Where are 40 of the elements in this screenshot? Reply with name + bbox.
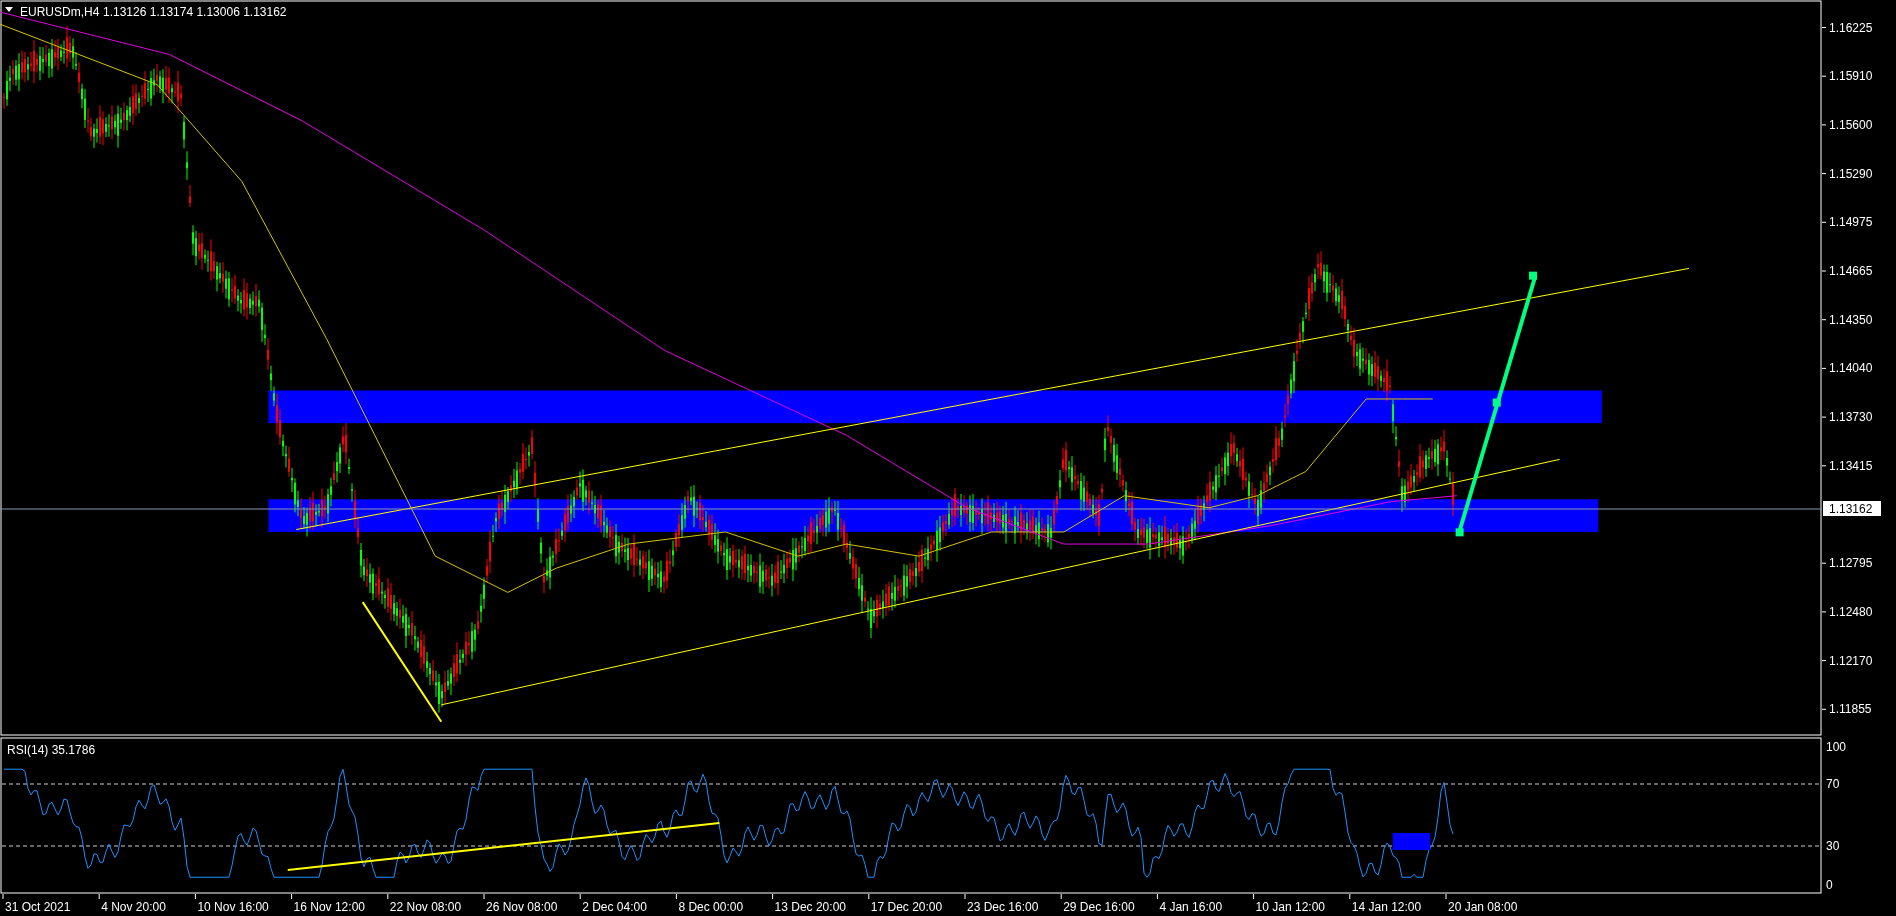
- time-label: 31 Oct 2021: [5, 900, 71, 914]
- price-label: 1.15600: [1829, 117, 1873, 132]
- time-label: 29 Dec 16:00: [1063, 900, 1135, 914]
- price-label: 1.15290: [1829, 166, 1873, 181]
- price-label: 1.14665: [1829, 264, 1873, 278]
- current-price-label: 1.13162: [1823, 501, 1881, 516]
- price-label: 1.13730: [1829, 410, 1873, 425]
- price-label: 1.15910: [1829, 69, 1873, 84]
- oversold-zone: [1392, 833, 1431, 850]
- rsi-level-label: 0: [1826, 878, 1833, 892]
- time-label: 26 Nov 08:00: [486, 900, 558, 914]
- chart-symbol: EURUSDm,H4: [20, 5, 100, 19]
- time-label: 23 Dec 16:00: [967, 900, 1039, 914]
- price-label: 1.11855: [1829, 702, 1872, 717]
- time-label: 14 Jan 12:00: [1351, 900, 1422, 914]
- time-label: 10 Nov 16:00: [197, 900, 269, 914]
- dropdown-icon[interactable]: [5, 7, 13, 12]
- time-label: 13 Dec 20:00: [774, 900, 846, 914]
- rsi-label: RSI(14) 35.1786: [7, 743, 96, 757]
- price-label: 1.16225: [1829, 20, 1873, 35]
- time-label: 10 Jan 12:00: [1255, 900, 1325, 914]
- time-label: 8 Dec 00:00: [678, 900, 744, 914]
- price-label: 1.12480: [1829, 604, 1873, 619]
- price-label: 1.13415: [1829, 458, 1873, 473]
- rsi-level-label: 70: [1826, 777, 1840, 791]
- price-label: 1.12795: [1829, 556, 1873, 571]
- time-label: 2 Dec 04:00: [582, 900, 647, 914]
- time-label: 4 Nov 20:00: [101, 900, 166, 914]
- rsi-level-label: 30: [1826, 839, 1840, 853]
- price-label: 1.14350: [1829, 312, 1873, 327]
- price-label: 1.14040: [1829, 361, 1873, 376]
- time-label: 22 Nov 08:00: [389, 900, 462, 914]
- time-label: 16 Nov 12:00: [293, 900, 365, 914]
- price-label: 1.12170: [1829, 653, 1873, 668]
- price-quote: 1.13126 1.13174 1.13006 1.13162: [103, 5, 287, 19]
- time-label: 17 Dec 20:00: [870, 900, 943, 914]
- time-label: 20 Jan 08:00: [1448, 900, 1518, 914]
- time-label: 4 Jan 16:00: [1159, 900, 1223, 914]
- price-label: 1.14975: [1829, 215, 1873, 230]
- rsi-level-label: 100: [1826, 740, 1847, 754]
